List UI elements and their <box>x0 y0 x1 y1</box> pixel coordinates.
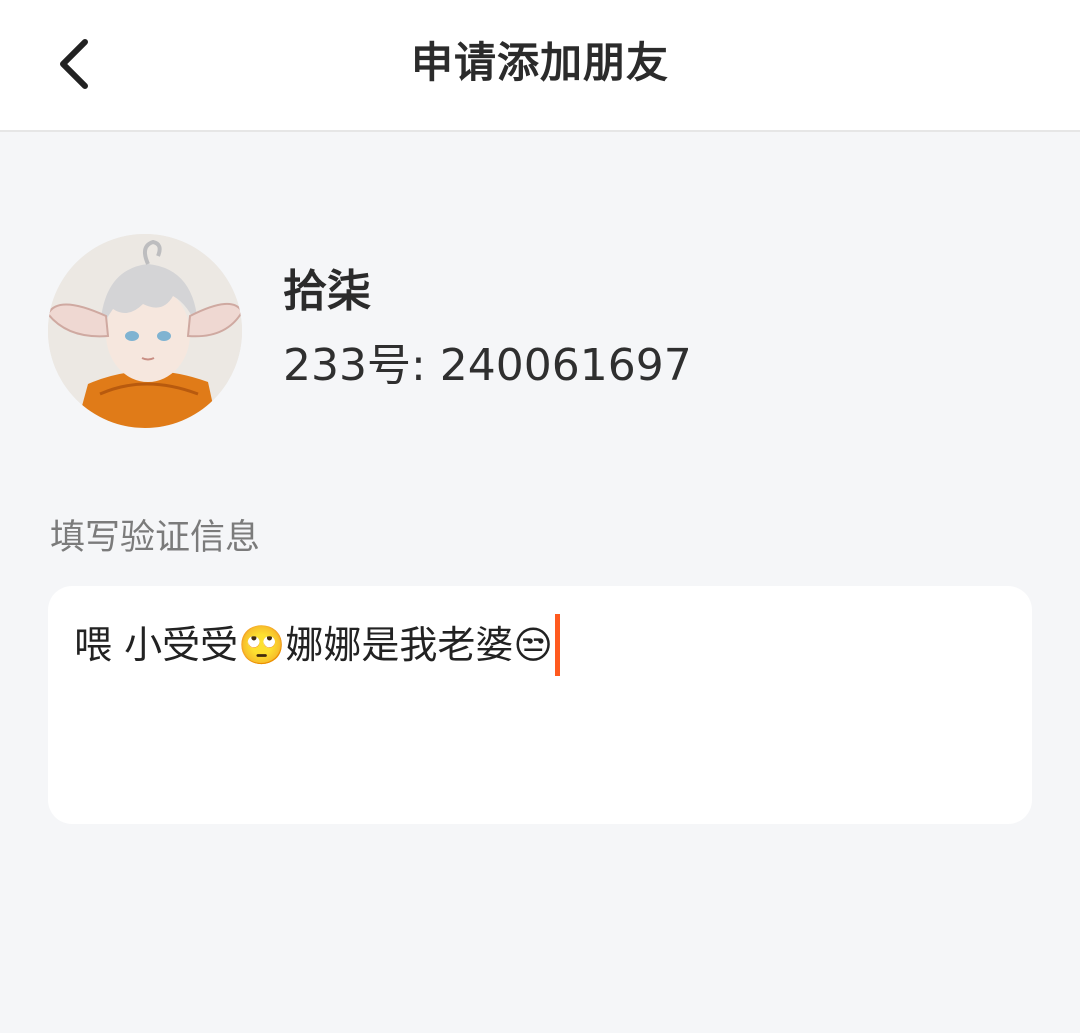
header-bar: 申请添加朋友 <box>0 0 1080 132</box>
text-cursor <box>555 614 561 676</box>
page-title: 申请添加朋友 <box>410 38 669 87</box>
verification-message-input[interactable]: 喂 小受受🙄娜娜是我老婆😒 <box>48 586 1032 824</box>
verification-message-value: 喂 小受受🙄娜娜是我老婆😒 <box>74 623 554 667</box>
avatar[interactable] <box>48 234 242 428</box>
profile-id: 233号: 240061697 <box>283 340 692 391</box>
verification-label: 填写验证信息 <box>50 518 261 558</box>
profile-name: 拾柒 <box>283 266 371 317</box>
verification-message-text: 喂 小受受🙄娜娜是我老婆😒 <box>74 614 561 676</box>
